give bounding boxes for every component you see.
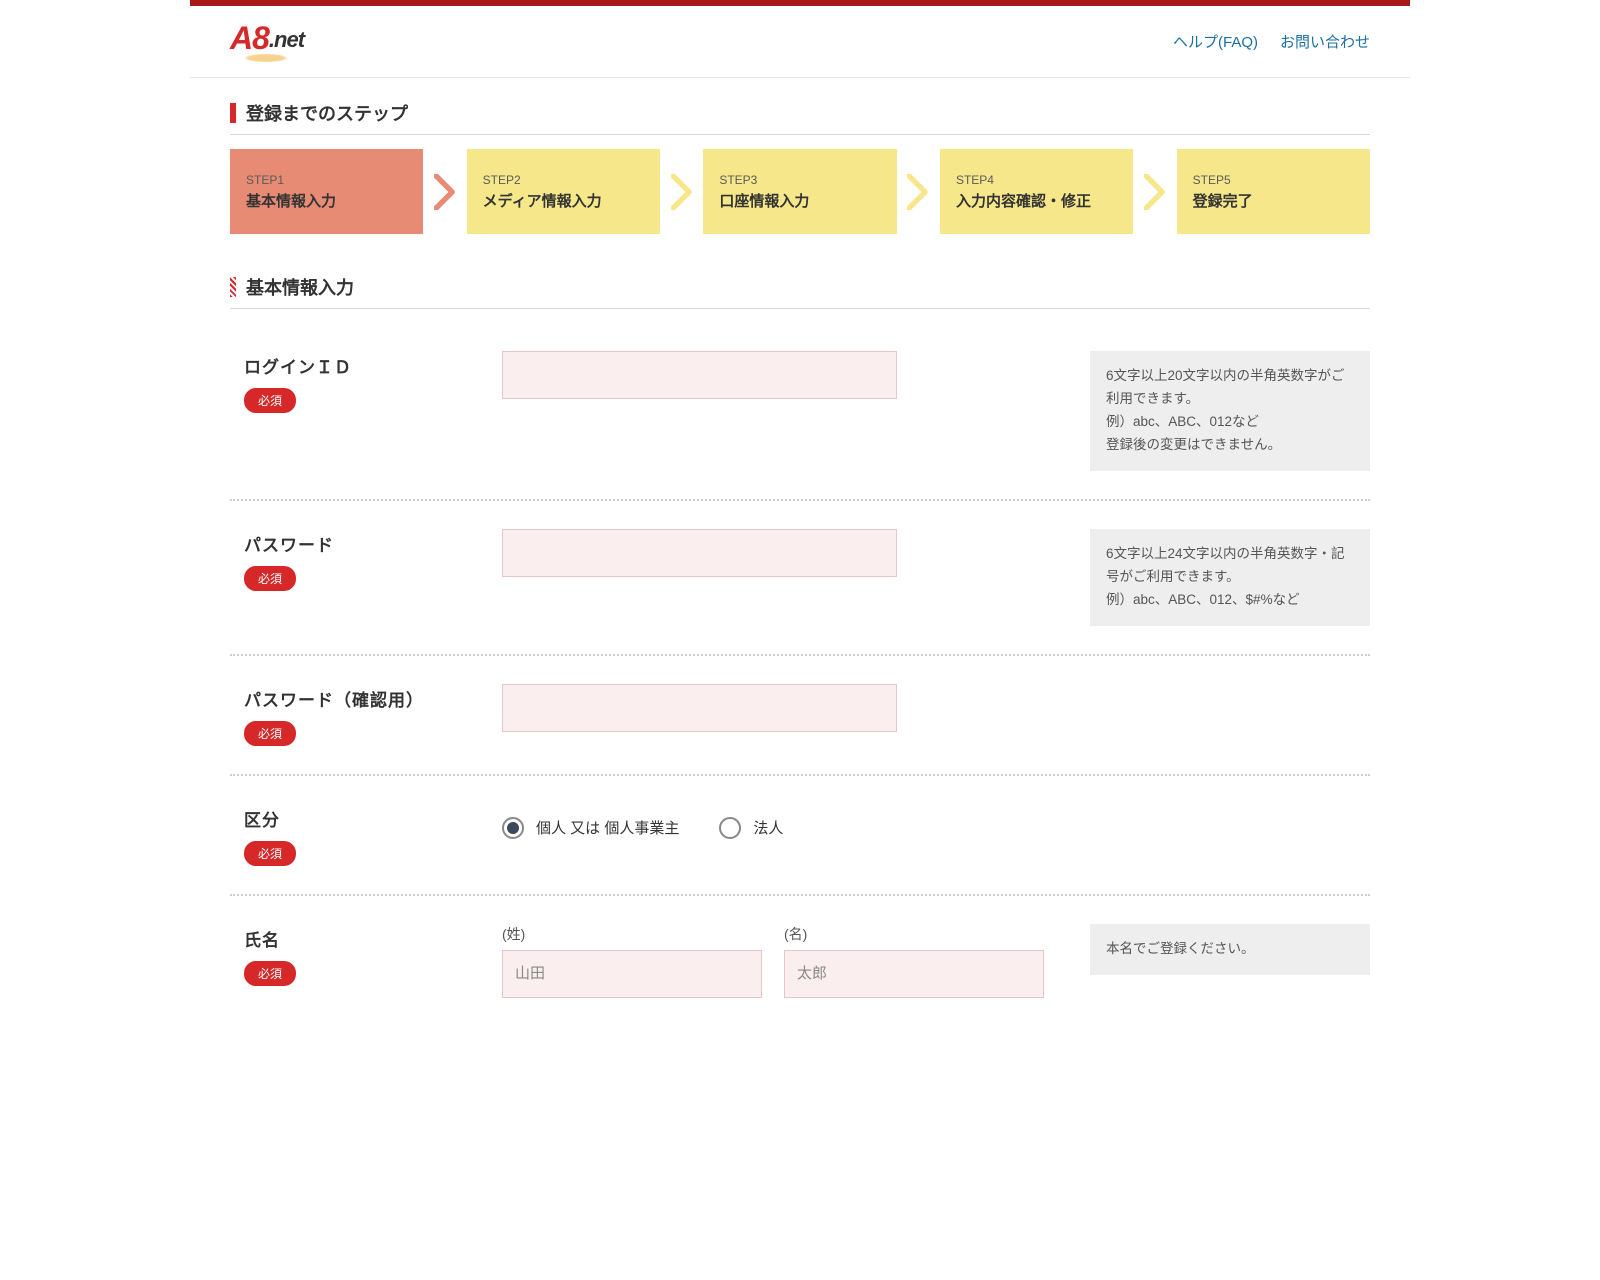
contact-link[interactable]: お問い合わせ (1280, 31, 1370, 52)
section-title-bar (230, 103, 236, 123)
help-line: 登録後の変更はできません。 (1106, 434, 1354, 457)
row-password-confirm: パスワード（確認用） 必須 (230, 656, 1370, 776)
label-name: 氏名 (244, 926, 502, 951)
radio-label: 個人 又は 個人事業主 (536, 817, 679, 838)
first-name-sublabel: (名) (784, 924, 1044, 944)
step-num: STEP3 (719, 173, 880, 187)
radio-icon (719, 817, 741, 839)
last-name-sublabel: (姓) (502, 924, 762, 944)
step-num: STEP2 (483, 173, 644, 187)
logo-main: A8 (230, 20, 269, 56)
step-label: メディア情報入力 (483, 190, 644, 211)
step-4: STEP4 入力内容確認・修正 (940, 149, 1133, 234)
help-line: 6文字以上24文字以内の半角英数字・記号がご利用できます。 (1106, 543, 1354, 589)
chevron-right-icon (423, 174, 466, 210)
row-category: 区分 必須 個人 又は 個人事業主 法人 (230, 776, 1370, 896)
radio-icon (502, 817, 524, 839)
chevron-right-icon (897, 174, 940, 210)
label-category: 区分 (244, 806, 502, 831)
required-badge: 必須 (244, 841, 296, 866)
radio-label: 法人 (753, 817, 783, 838)
help-line: 例）abc、ABC、012など (1106, 411, 1354, 434)
help-password: 6文字以上24文字以内の半角英数字・記号がご利用できます。 例）abc、ABC、… (1090, 529, 1370, 626)
radio-individual[interactable]: 個人 又は 個人事業主 (502, 817, 679, 839)
password-confirm-input[interactable] (502, 684, 897, 732)
step-2: STEP2 メディア情報入力 (467, 149, 660, 234)
password-input[interactable] (502, 529, 897, 577)
page-header: A8.net ヘルプ(FAQ) お問い合わせ (190, 6, 1410, 78)
label-password-confirm: パスワード（確認用） (244, 686, 502, 711)
help-line: 本名でご登録ください。 (1106, 938, 1354, 961)
step-num: STEP4 (956, 173, 1117, 187)
step-label: 基本情報入力 (246, 190, 407, 211)
logo[interactable]: A8.net (230, 20, 304, 63)
help-name: 本名でご登録ください。 (1090, 924, 1370, 975)
category-radio-group: 個人 又は 個人事業主 法人 (502, 804, 1062, 852)
login-id-input[interactable] (502, 351, 897, 399)
last-name-input[interactable] (502, 950, 762, 998)
help-login-id: 6文字以上20文字以内の半角英数字がご利用できます。 例）abc、ABC、012… (1090, 351, 1370, 471)
section-title-text: 登録までのステップ (246, 100, 408, 126)
label-login-id: ログインＩＤ (244, 353, 502, 378)
required-badge: 必須 (244, 566, 296, 591)
radio-corporation[interactable]: 法人 (719, 817, 783, 839)
chevron-right-icon (660, 174, 703, 210)
required-badge: 必須 (244, 961, 296, 986)
row-login-id: ログインＩＤ 必須 6文字以上20文字以内の半角英数字がご利用できます。 例）a… (230, 323, 1370, 501)
section-title-text: 基本情報入力 (246, 274, 354, 300)
label-password: パスワード (244, 531, 502, 556)
required-badge: 必須 (244, 388, 296, 413)
section-title-form: 基本情報入力 (230, 274, 1370, 309)
header-nav: ヘルプ(FAQ) お問い合わせ (1173, 31, 1370, 52)
section-title-bar (230, 277, 236, 297)
row-name: 氏名 必須 (姓) (名) 本名でご登録ください。 (230, 896, 1370, 1026)
step-5: STEP5 登録完了 (1177, 149, 1370, 234)
step-num: STEP5 (1193, 173, 1354, 187)
row-password: パスワード 必須 6文字以上24文字以内の半角英数字・記号がご利用できます。 例… (230, 501, 1370, 656)
faq-link[interactable]: ヘルプ(FAQ) (1173, 31, 1258, 52)
step-num: STEP1 (246, 173, 407, 187)
step-1: STEP1 基本情報入力 (230, 149, 423, 234)
required-badge: 必須 (244, 721, 296, 746)
section-title-steps: 登録までのステップ (230, 100, 1370, 135)
step-label: 口座情報入力 (719, 190, 880, 211)
first-name-input[interactable] (784, 950, 1044, 998)
step-label: 登録完了 (1193, 190, 1354, 211)
name-inputs: (姓) (名) (502, 924, 1062, 998)
step-3: STEP3 口座情報入力 (703, 149, 896, 234)
logo-sub: .net (269, 27, 304, 52)
help-line: 6文字以上20文字以内の半角英数字がご利用できます。 (1106, 365, 1354, 411)
help-line: 例）abc、ABC、012、$#%など (1106, 589, 1354, 612)
step-label: 入力内容確認・修正 (956, 190, 1117, 211)
chevron-right-icon (1133, 174, 1176, 210)
step-indicator: STEP1 基本情報入力 STEP2 メディア情報入力 STEP3 口座情報入力 (230, 149, 1370, 234)
